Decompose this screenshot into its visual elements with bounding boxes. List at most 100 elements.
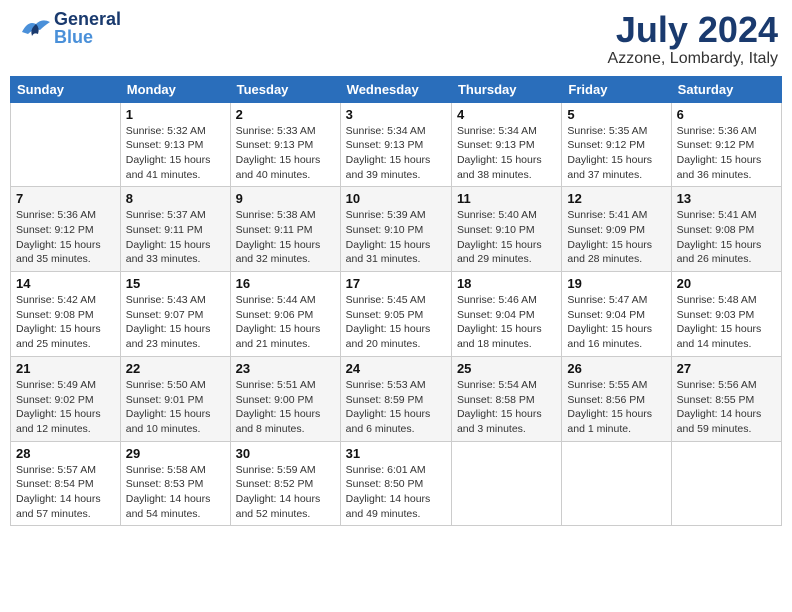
calendar-cell: [562, 441, 671, 526]
day-number: 14: [16, 276, 115, 291]
day-number: 1: [126, 107, 225, 122]
column-header-saturday: Saturday: [671, 76, 781, 102]
day-number: 3: [346, 107, 446, 122]
day-info: Sunrise: 5:58 AM Sunset: 8:53 PM Dayligh…: [126, 463, 225, 522]
day-number: 22: [126, 361, 225, 376]
day-number: 21: [16, 361, 115, 376]
day-number: 9: [236, 191, 335, 206]
calendar-cell: 24 Sunrise: 5:53 AM Sunset: 8:59 PM Dayli…: [340, 356, 451, 441]
logo: General Blue: [14, 10, 121, 46]
header: General Blue July 2024 Azzone, Lombardy,…: [10, 10, 782, 68]
calendar-cell: 21 Sunrise: 5:49 AM Sunset: 9:02 PM Dayli…: [11, 356, 121, 441]
day-info: Sunrise: 5:59 AM Sunset: 8:52 PM Dayligh…: [236, 463, 335, 522]
day-info: Sunrise: 5:38 AM Sunset: 9:11 PM Dayligh…: [236, 208, 335, 267]
calendar-cell: 9 Sunrise: 5:38 AM Sunset: 9:11 PM Daylig…: [230, 187, 340, 272]
day-info: Sunrise: 5:54 AM Sunset: 8:58 PM Dayligh…: [457, 378, 556, 437]
column-header-tuesday: Tuesday: [230, 76, 340, 102]
calendar-cell: 18 Sunrise: 5:46 AM Sunset: 9:04 PM Dayli…: [451, 272, 561, 357]
day-info: Sunrise: 5:45 AM Sunset: 9:05 PM Dayligh…: [346, 293, 446, 352]
calendar-cell: 15 Sunrise: 5:43 AM Sunset: 9:07 PM Dayli…: [120, 272, 230, 357]
calendar-cell: 16 Sunrise: 5:44 AM Sunset: 9:06 PM Dayli…: [230, 272, 340, 357]
day-number: 4: [457, 107, 556, 122]
calendar-cell: 6Sunrise: 5:36 AM Sunset: 9:12 PM Daylig…: [671, 102, 781, 187]
day-number: 10: [346, 191, 446, 206]
day-number: 23: [236, 361, 335, 376]
day-info: Sunrise: 5:51 AM Sunset: 9:00 PM Dayligh…: [236, 378, 335, 437]
day-number: 15: [126, 276, 225, 291]
logo-icon: [14, 10, 50, 46]
day-number: 16: [236, 276, 335, 291]
day-info: Sunrise: 5:37 AM Sunset: 9:11 PM Dayligh…: [126, 208, 225, 267]
day-info: Sunrise: 5:44 AM Sunset: 9:06 PM Dayligh…: [236, 293, 335, 352]
logo-general-text: General: [54, 10, 121, 28]
day-info: Sunrise: 5:49 AM Sunset: 9:02 PM Dayligh…: [16, 378, 115, 437]
calendar-cell: 4 Sunrise: 5:34 AM Sunset: 9:13 PM Daylig…: [451, 102, 561, 187]
column-header-friday: Friday: [562, 76, 671, 102]
day-info: Sunrise: 5:53 AM Sunset: 8:59 PM Dayligh…: [346, 378, 446, 437]
day-info: Sunrise: 5:41 AM Sunset: 9:09 PM Dayligh…: [567, 208, 665, 267]
day-info: Sunrise: 5:50 AM Sunset: 9:01 PM Dayligh…: [126, 378, 225, 437]
day-number: 25: [457, 361, 556, 376]
calendar-cell: 11 Sunrise: 5:40 AM Sunset: 9:10 PM Dayli…: [451, 187, 561, 272]
day-info: Sunrise: 5:41 AM Sunset: 9:08 PM Dayligh…: [677, 208, 776, 267]
calendar-cell: [11, 102, 121, 187]
day-info: Sunrise: 5:32 AM Sunset: 9:13 PM Dayligh…: [126, 124, 225, 183]
logo-text: General Blue: [54, 10, 121, 46]
day-number: 13: [677, 191, 776, 206]
calendar-cell: 29Sunrise: 5:58 AM Sunset: 8:53 PM Dayli…: [120, 441, 230, 526]
day-number: 5: [567, 107, 665, 122]
day-number: 11: [457, 191, 556, 206]
column-header-monday: Monday: [120, 76, 230, 102]
calendar-table: SundayMondayTuesdayWednesdayThursdayFrid…: [10, 76, 782, 527]
calendar-cell: 14 Sunrise: 5:42 AM Sunset: 9:08 PM Dayli…: [11, 272, 121, 357]
calendar-cell: 1 Sunrise: 5:32 AM Sunset: 9:13 PM Daylig…: [120, 102, 230, 187]
calendar-cell: 22 Sunrise: 5:50 AM Sunset: 9:01 PM Dayli…: [120, 356, 230, 441]
day-number: 18: [457, 276, 556, 291]
calendar-cell: 13 Sunrise: 5:41 AM Sunset: 9:08 PM Dayli…: [671, 187, 781, 272]
title-section: July 2024 Azzone, Lombardy, Italy: [608, 10, 778, 68]
day-info: Sunrise: 5:47 AM Sunset: 9:04 PM Dayligh…: [567, 293, 665, 352]
week-row-5: 28 Sunrise: 5:57 AM Sunset: 8:54 PM Dayli…: [11, 441, 782, 526]
day-info: Sunrise: 5:34 AM Sunset: 9:13 PM Dayligh…: [457, 124, 556, 183]
calendar-cell: [671, 441, 781, 526]
logo-blue-text: Blue: [54, 28, 121, 46]
column-header-thursday: Thursday: [451, 76, 561, 102]
calendar-cell: 12Sunrise: 5:41 AM Sunset: 9:09 PM Dayli…: [562, 187, 671, 272]
day-info: Sunrise: 5:40 AM Sunset: 9:10 PM Dayligh…: [457, 208, 556, 267]
calendar-cell: 8Sunrise: 5:37 AM Sunset: 9:11 PM Daylig…: [120, 187, 230, 272]
header-row: SundayMondayTuesdayWednesdayThursdayFrid…: [11, 76, 782, 102]
day-number: 31: [346, 446, 446, 461]
day-info: Sunrise: 5:48 AM Sunset: 9:03 PM Dayligh…: [677, 293, 776, 352]
day-info: Sunrise: 6:01 AM Sunset: 8:50 PM Dayligh…: [346, 463, 446, 522]
day-info: Sunrise: 5:39 AM Sunset: 9:10 PM Dayligh…: [346, 208, 446, 267]
calendar-cell: 19Sunrise: 5:47 AM Sunset: 9:04 PM Dayli…: [562, 272, 671, 357]
calendar-cell: 20 Sunrise: 5:48 AM Sunset: 9:03 PM Dayli…: [671, 272, 781, 357]
week-row-3: 14 Sunrise: 5:42 AM Sunset: 9:08 PM Dayli…: [11, 272, 782, 357]
day-number: 28: [16, 446, 115, 461]
day-number: 24: [346, 361, 446, 376]
day-number: 26: [567, 361, 665, 376]
day-info: Sunrise: 5:42 AM Sunset: 9:08 PM Dayligh…: [16, 293, 115, 352]
calendar-cell: 7 Sunrise: 5:36 AM Sunset: 9:12 PM Daylig…: [11, 187, 121, 272]
day-number: 27: [677, 361, 776, 376]
day-number: 20: [677, 276, 776, 291]
day-info: Sunrise: 5:43 AM Sunset: 9:07 PM Dayligh…: [126, 293, 225, 352]
month-title: July 2024: [608, 10, 778, 50]
day-info: Sunrise: 5:57 AM Sunset: 8:54 PM Dayligh…: [16, 463, 115, 522]
week-row-4: 21 Sunrise: 5:49 AM Sunset: 9:02 PM Dayli…: [11, 356, 782, 441]
day-info: Sunrise: 5:55 AM Sunset: 8:56 PM Dayligh…: [567, 378, 665, 437]
calendar-cell: 17 Sunrise: 5:45 AM Sunset: 9:05 PM Dayli…: [340, 272, 451, 357]
day-info: Sunrise: 5:36 AM Sunset: 9:12 PM Dayligh…: [16, 208, 115, 267]
day-info: Sunrise: 5:35 AM Sunset: 9:12 PM Dayligh…: [567, 124, 665, 183]
day-number: 6: [677, 107, 776, 122]
week-row-2: 7 Sunrise: 5:36 AM Sunset: 9:12 PM Daylig…: [11, 187, 782, 272]
day-info: Sunrise: 5:46 AM Sunset: 9:04 PM Dayligh…: [457, 293, 556, 352]
calendar-cell: 5 Sunrise: 5:35 AM Sunset: 9:12 PM Daylig…: [562, 102, 671, 187]
calendar-cell: 23 Sunrise: 5:51 AM Sunset: 9:00 PM Dayli…: [230, 356, 340, 441]
day-number: 7: [16, 191, 115, 206]
calendar-cell: 31 Sunrise: 6:01 AM Sunset: 8:50 PM Dayli…: [340, 441, 451, 526]
day-number: 30: [236, 446, 335, 461]
calendar-cell: 26 Sunrise: 5:55 AM Sunset: 8:56 PM Dayli…: [562, 356, 671, 441]
day-number: 17: [346, 276, 446, 291]
calendar-cell: 3Sunrise: 5:34 AM Sunset: 9:13 PM Daylig…: [340, 102, 451, 187]
